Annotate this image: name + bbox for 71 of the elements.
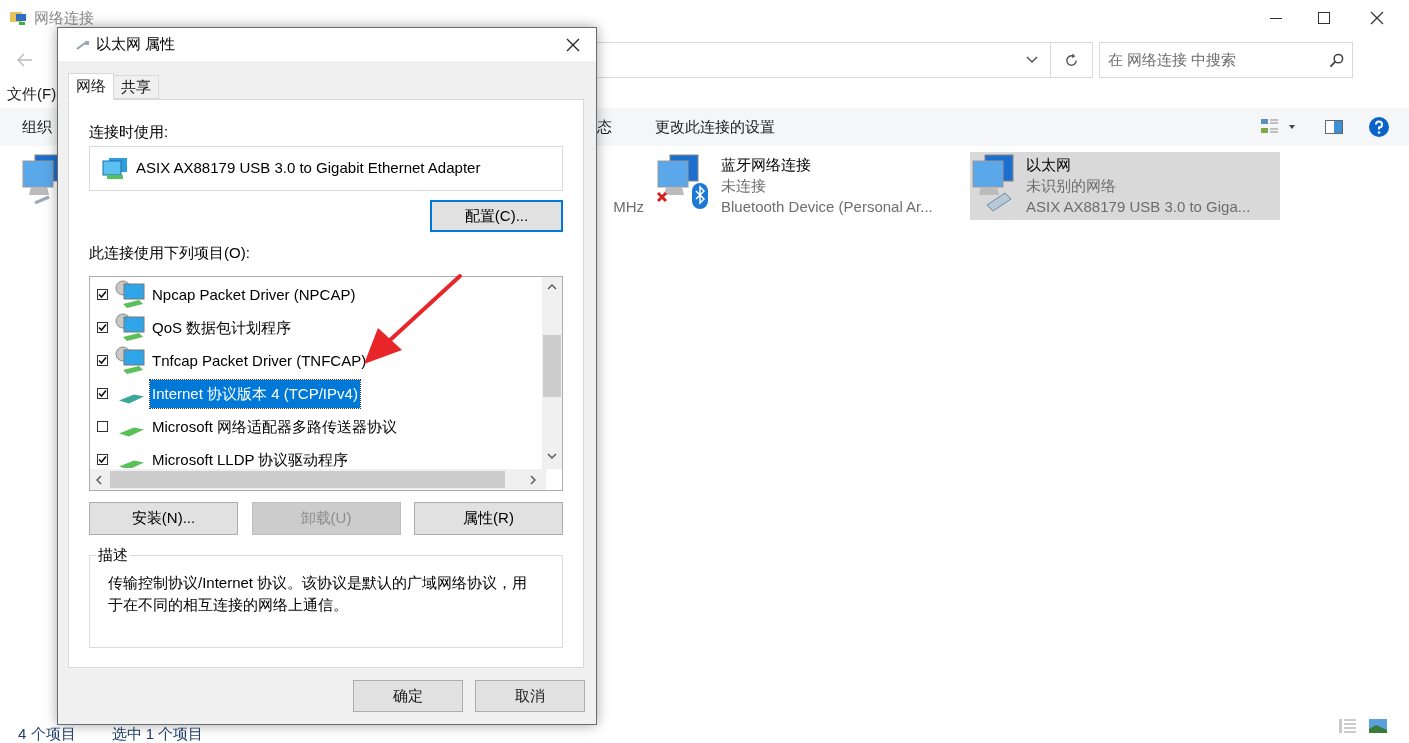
connection-name: 以太网	[1026, 155, 1072, 175]
list-label: 此连接使用下列项目(O):	[89, 243, 251, 262]
device-name: ASIX AX88179 USB 3.0 to Giga...	[1026, 197, 1252, 217]
action-button: 卸载(U)	[251, 502, 401, 535]
folder-network-icon	[10, 10, 28, 26]
network-computer-icon	[972, 154, 1014, 212]
group-label: 描述	[96, 545, 130, 565]
network-service-icon	[115, 279, 147, 310]
connection-status: 未连接	[721, 176, 767, 196]
description-text: 传输控制协议/Internet 协议。该协议是默认的广域网络协议，用于在不同的相互连接的网络上通信。	[107, 573, 529, 615]
scroll-right-icon[interactable]	[530, 475, 536, 485]
cancel-button[interactable]: 取消	[475, 680, 585, 712]
network-service-icon	[115, 345, 147, 376]
search-field[interactable]: 在 网络连接 中搜索	[1099, 42, 1353, 78]
list-item[interactable]: Microsoft LLDP 协议驱动程序	[150, 445, 351, 468]
checkbox[interactable]	[97, 454, 108, 465]
list-item[interactable]: Microsoft 网络适配器多路传送器协议	[150, 412, 399, 441]
list-item[interactable]: Internet 协议版本 4 (TCP/IPv4)	[150, 379, 360, 408]
status-text: 4 个项目	[18, 723, 76, 743]
protocol-icon	[118, 426, 144, 437]
checkbox[interactable]	[97, 289, 108, 300]
device-name: Bluetooth Device (Personal Ar...	[721, 197, 934, 217]
list-item[interactable]: QoS 数据包计划程序	[150, 313, 294, 342]
close-icon[interactable]	[566, 37, 580, 52]
toolbar-button[interactable]: 更改此连接的设置	[655, 115, 775, 139]
search-icon[interactable]	[1329, 52, 1344, 68]
list-item[interactable]: Npcap Packet Driver (NPCAP)	[150, 280, 358, 309]
field-label: 连接时使用:	[89, 122, 170, 141]
change-view-icon[interactable]	[1261, 118, 1279, 136]
checkbox[interactable]	[97, 322, 108, 333]
ok-button[interactable]: 确定	[353, 680, 463, 712]
checkbox[interactable]	[97, 355, 108, 366]
toolbar-button[interactable]: 态	[597, 115, 612, 139]
minimize-icon[interactable]	[1270, 17, 1282, 19]
connection-status: 未识别的网络	[1026, 176, 1117, 196]
configure-button[interactable]: 配置(C)...	[430, 200, 563, 232]
scroll-thumb[interactable]	[110, 471, 505, 488]
maximize-icon[interactable]	[1318, 12, 1330, 24]
network-service-icon	[115, 312, 147, 343]
scroll-up-icon[interactable]	[547, 284, 557, 290]
adapter-name: ASIX AX88179 USB 3.0 to Gigabit Ethernet Adapter	[136, 158, 481, 179]
preview-pane-icon[interactable]	[1325, 120, 1343, 134]
toolbar-button[interactable]: 组织	[22, 115, 52, 139]
horizontal-scrollbar[interactable]	[90, 469, 546, 490]
checkbox[interactable]	[97, 388, 108, 399]
menu-item[interactable]: 文件(F)	[7, 82, 57, 106]
connection-tile[interactable]: 以太网 未识别的网络 ASIX AX88179 USB 3.0 to Giga...	[970, 152, 1280, 220]
list-item[interactable]: Tnfcap Packet Driver (TNFCAP)	[150, 346, 369, 375]
connection-name: 蓝牙网络连接	[721, 155, 812, 175]
network-computer-icon	[657, 154, 709, 211]
close-icon[interactable]	[1370, 11, 1384, 25]
tab[interactable]: 共享	[114, 75, 159, 99]
dialog-title: 以太网 属性	[96, 34, 176, 55]
caret-icon[interactable]	[1289, 125, 1295, 129]
window-title: 网络连接	[34, 7, 94, 28]
scroll-down-icon[interactable]	[547, 453, 557, 459]
network-adapter-icon	[101, 156, 130, 181]
action-button[interactable]: 属性(R)	[414, 502, 563, 535]
status-text: 选中 1 个项目	[111, 723, 204, 743]
tab[interactable]: 网络	[68, 73, 114, 100]
network-cable-icon	[76, 39, 90, 50]
device-name: MHz	[613, 197, 644, 217]
scroll-thumb[interactable]	[543, 335, 561, 397]
help-icon[interactable]	[1369, 117, 1389, 137]
action-button[interactable]: 安装(N)...	[89, 502, 238, 535]
refresh-icon[interactable]	[1064, 52, 1079, 68]
checkbox[interactable]	[97, 421, 108, 432]
protocol-icon	[118, 393, 144, 404]
scroll-left-icon[interactable]	[96, 475, 102, 485]
chevron-down-icon[interactable]	[1026, 56, 1038, 64]
vertical-scrollbar[interactable]	[542, 277, 562, 469]
